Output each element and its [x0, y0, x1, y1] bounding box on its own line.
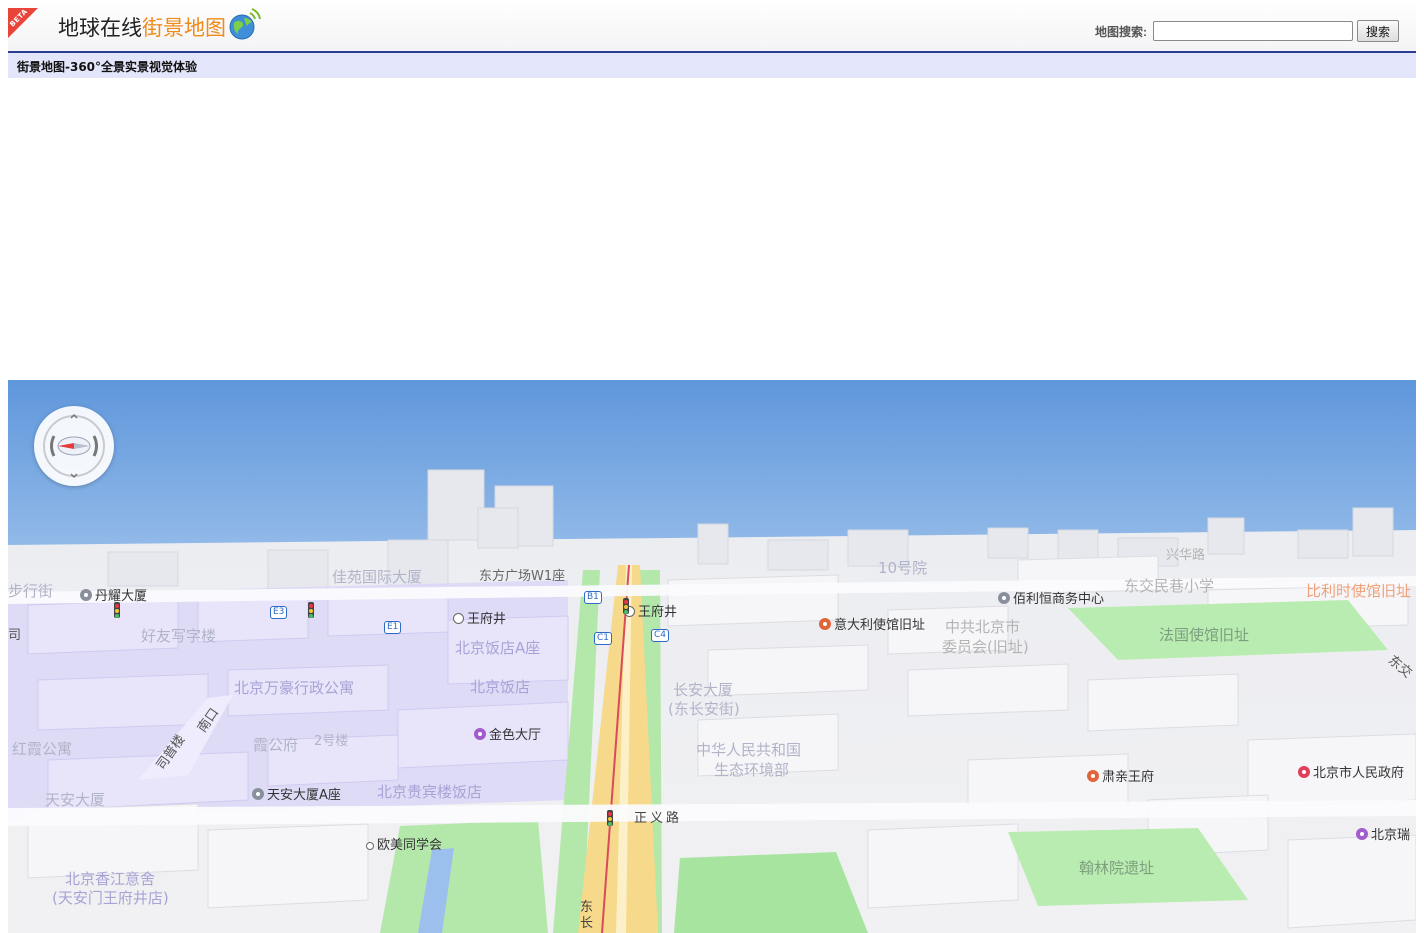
traffic-light-icon: [114, 602, 120, 618]
exit-badge[interactable]: E3: [270, 606, 288, 619]
area-label: 北京贵宾楼饭店: [377, 783, 483, 801]
area-label: 中华人民共和国: [696, 741, 802, 759]
exit-badge[interactable]: E1: [384, 621, 402, 634]
building-pin-icon: [80, 589, 92, 601]
road-label-zhengyi: 正义路: [634, 811, 683, 826]
dot-icon: [366, 842, 374, 850]
subway-icon: [453, 613, 464, 624]
area-label: 生态环境部: [714, 761, 790, 779]
area-label: 北京香江意舍: [65, 870, 156, 888]
exit-badge[interactable]: B1: [584, 591, 602, 604]
traffic-light-icon: [623, 598, 629, 614]
area-label: 2号楼: [314, 734, 349, 749]
landmark-pin-icon: [819, 618, 831, 630]
area-label: 兴华路: [1166, 548, 1206, 563]
area-label: 北京饭店A座: [455, 639, 541, 657]
venue-pin-icon: [1356, 828, 1368, 840]
area-label: 比利时使馆旧址: [1306, 582, 1412, 600]
poi-bailiheng[interactable]: 佰利恒商务中心: [998, 588, 1104, 607]
globe-icon: [228, 7, 261, 40]
search-button[interactable]: 搜索: [1356, 20, 1399, 42]
area-label: 长安大厦: [673, 681, 734, 699]
poi-oumei[interactable]: 欧美同学会: [366, 834, 442, 853]
area-label: 委员会(旧址): [942, 638, 1029, 656]
area-label: 东方广场W1座: [479, 569, 566, 584]
poi-govt[interactable]: 北京市人民政府: [1298, 762, 1404, 781]
area-label: (东长安街): [668, 700, 740, 718]
area-label: 东交民巷小学: [1124, 577, 1215, 595]
compass-icon: [43, 413, 105, 479]
site-header: BETA 地球在线 街景地图 地图搜索: 搜索: [8, 0, 1416, 53]
landmark-pin-icon: [1087, 770, 1099, 782]
area-label: 好友写字楼: [141, 627, 217, 645]
poi-wangfujing-west[interactable]: 王府井: [453, 608, 506, 627]
building-pin-icon: [998, 592, 1010, 604]
area-label: 法国使馆旧址: [1159, 626, 1250, 644]
area-label: 天安大厦: [45, 791, 106, 809]
page-subtitle: 街景地图-360°全景实景视觉体验: [17, 60, 198, 74]
area-label: 司: [8, 628, 22, 643]
map-search: 地图搜索: 搜索: [1095, 20, 1399, 42]
poi-tianan[interactable]: 天安大厦A座: [252, 784, 341, 803]
street-view-map[interactable]: 丹耀大厦 王府井 王府井 金色大厅 天安大厦A座 欧美同学会 意大利使馆旧址 佰…: [8, 380, 1416, 933]
logo-text-dark: 地球在线: [58, 16, 142, 40]
area-label: 佳苑国际大厦: [332, 568, 423, 586]
venue-pin-icon: [474, 728, 486, 740]
traffic-light-icon: [607, 810, 613, 826]
area-label: 北京饭店: [470, 678, 531, 696]
search-input[interactable]: [1152, 21, 1353, 41]
poi-jinse[interactable]: 金色大厅: [474, 724, 541, 743]
search-label: 地图搜索:: [1094, 24, 1147, 39]
poi-wangfujing-east[interactable]: 王府井: [624, 601, 677, 620]
area-label: 步行街: [8, 582, 54, 600]
poi-italy[interactable]: 意大利使馆旧址: [819, 614, 925, 633]
exit-badge[interactable]: C1: [594, 632, 613, 645]
poi-beijingrui[interactable]: 北京瑞: [1356, 824, 1410, 843]
area-label: 10号院: [878, 559, 928, 577]
poi-danyao[interactable]: 丹耀大厦: [80, 585, 147, 604]
area-label: 北京万豪行政公寓: [234, 679, 355, 697]
area-label: 红霞公寓: [12, 740, 73, 758]
map-canvas: [8, 380, 1416, 933]
area-label: 霞公府: [253, 736, 299, 754]
building-pin-icon: [252, 788, 264, 800]
site-logo[interactable]: 地球在线 街景地图: [58, 8, 261, 42]
subtitle-bar: 街景地图-360°全景实景视觉体验: [8, 53, 1416, 78]
poi-suqin[interactable]: 肃亲王府: [1087, 766, 1154, 785]
exit-badge[interactable]: C4: [651, 629, 670, 642]
area-label: (天安门王府井店): [52, 889, 169, 907]
area-label: 中共北京市: [945, 618, 1021, 636]
area-label: 翰林院遗址: [1079, 859, 1155, 877]
road-label-dongchang: 东长: [580, 900, 597, 931]
beta-ribbon: BETA: [8, 8, 38, 38]
traffic-light-icon: [308, 602, 314, 618]
government-pin-icon: [1298, 766, 1310, 778]
compass-control[interactable]: [34, 406, 114, 486]
logo-text-orange: 街景地图: [142, 16, 226, 40]
